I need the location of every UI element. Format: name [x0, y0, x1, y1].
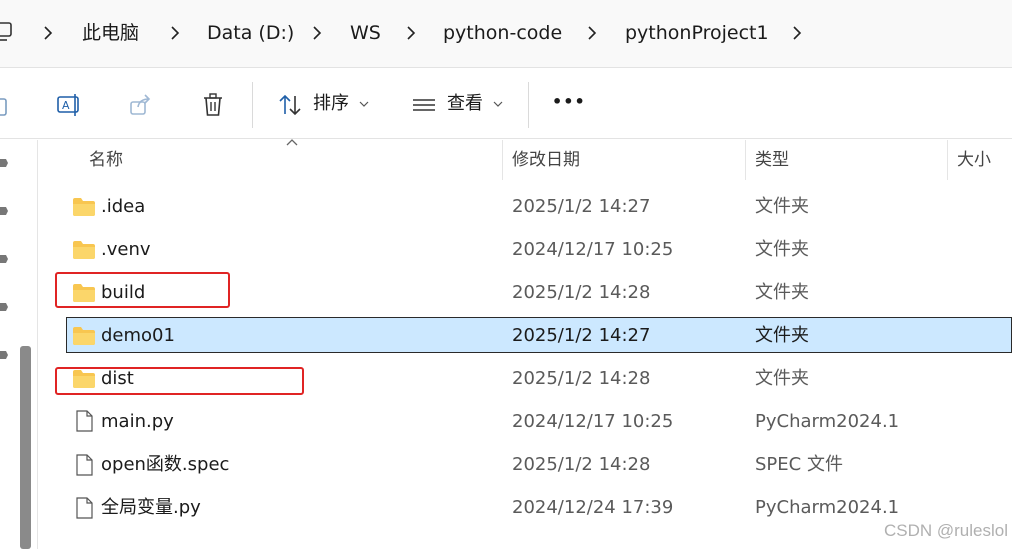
file-date: 2025/1/2 14:28: [512, 368, 651, 389]
breadcrumb-item-python-code[interactable]: python-code: [443, 20, 562, 46]
folder-icon: [73, 198, 95, 216]
file-date: 2024/12/17 10:25: [512, 239, 674, 260]
pin-icon[interactable]: [0, 348, 10, 362]
command-bar: A 排序 查看 •••: [0, 69, 1012, 139]
file-date: 2024/12/17 10:25: [512, 411, 674, 432]
sort-icon: [279, 94, 301, 116]
file-name[interactable]: main.py: [101, 409, 174, 435]
column-type[interactable]: 类型: [755, 148, 789, 172]
breadcrumb-item-this-pc[interactable]: 此电脑: [82, 20, 139, 46]
file-type: 文件夹: [755, 368, 809, 389]
chevron-right-icon[interactable]: [790, 22, 804, 44]
view-list-icon: [413, 99, 435, 111]
chevron-down-icon: [493, 101, 503, 107]
address-bar[interactable]: 此电脑 Data (D:) WS python-code pythonProje…: [0, 0, 1012, 68]
chevron-right-icon[interactable]: [585, 22, 599, 44]
file-name[interactable]: demo01: [101, 323, 175, 349]
file-type: 文件夹: [755, 282, 809, 303]
sort-ascending-icon: [286, 139, 298, 146]
file-date: 2025/1/2 14:28: [512, 282, 651, 303]
file-name[interactable]: .idea: [101, 194, 145, 220]
highlight-box: [55, 272, 230, 308]
file-date: 2025/1/2 14:27: [512, 325, 651, 346]
svg-text:A: A: [62, 99, 70, 112]
breadcrumb-item-project[interactable]: pythonProject1: [625, 20, 769, 46]
file-date: 2024/12/24 17:39: [512, 497, 674, 518]
chevron-right-icon[interactable]: [404, 22, 418, 44]
highlight-box: [55, 367, 304, 395]
file-type: PyCharm2024.1: [755, 411, 900, 432]
file-name[interactable]: open函数.spec: [101, 452, 229, 478]
chevron-right-icon[interactable]: [41, 22, 55, 44]
file-type: 文件夹: [755, 325, 809, 346]
column-size[interactable]: 大小: [957, 148, 991, 172]
file-name[interactable]: 全局变量.py: [101, 495, 201, 521]
column-divider[interactable]: [947, 140, 948, 180]
pin-icon[interactable]: [0, 252, 10, 266]
folder-icon: [73, 241, 95, 259]
file-icon: [76, 497, 93, 519]
computer-icon: [0, 22, 12, 41]
watermark: CSDN @ruleslol: [883, 521, 1008, 540]
toolbar-separator: [528, 82, 529, 128]
pin-icon[interactable]: [0, 300, 10, 314]
breadcrumb-item-drive[interactable]: Data (D:): [207, 20, 294, 46]
column-date[interactable]: 修改日期: [512, 148, 580, 172]
copy-icon[interactable]: [0, 91, 12, 119]
scrollbar[interactable]: [20, 346, 31, 549]
file-type: PyCharm2024.1: [755, 497, 900, 518]
chevron-right-icon[interactable]: [168, 22, 182, 44]
breadcrumb-item-ws[interactable]: WS: [350, 20, 381, 46]
file-type: 文件夹: [755, 196, 809, 217]
file-name[interactable]: .venv: [101, 237, 151, 263]
sort-label: 排序: [313, 93, 349, 114]
column-divider[interactable]: [502, 140, 503, 180]
navigation-pane: [0, 140, 38, 549]
file-date: 2025/1/2 14:28: [512, 454, 651, 475]
rename-icon[interactable]: A: [55, 91, 83, 119]
pin-icon[interactable]: [0, 156, 10, 170]
file-type: SPEC 文件: [755, 454, 843, 475]
share-icon[interactable]: [127, 91, 155, 119]
file-icon: [76, 410, 93, 432]
chevron-right-icon[interactable]: [310, 22, 324, 44]
delete-icon[interactable]: [199, 91, 227, 119]
pin-icon[interactable]: [0, 204, 10, 218]
chevron-down-icon: [359, 101, 369, 107]
file-icon: [76, 454, 93, 476]
toolbar-separator: [252, 82, 253, 128]
column-divider[interactable]: [745, 140, 746, 180]
more-options-button[interactable]: •••: [552, 89, 586, 115]
file-date: 2025/1/2 14:27: [512, 196, 651, 217]
column-name[interactable]: 名称: [89, 148, 123, 172]
view-label: 查看: [447, 93, 483, 114]
folder-icon: [73, 327, 95, 345]
file-type: 文件夹: [755, 239, 809, 260]
